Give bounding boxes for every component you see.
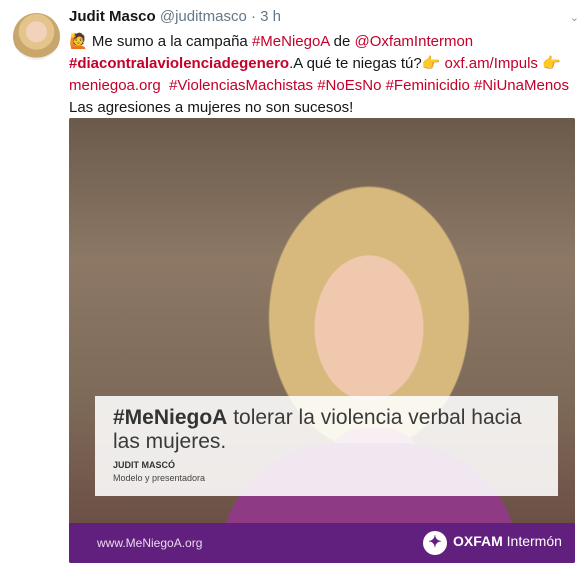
website-text: www.MeNiegoA.org (97, 536, 203, 550)
hashtag-meniegoa[interactable]: #MeNiegoA (252, 33, 330, 50)
oxfam-logo: OXFAM Intermón (453, 533, 562, 549)
pointing-emoji: 👉 (421, 55, 441, 72)
hashtag-feminicidio[interactable]: #Feminicidio (386, 77, 470, 94)
logo-sub: Intermón (502, 533, 562, 549)
text-part1: Me sumo a la campaña (87, 33, 252, 50)
tweet-text: 🙋 Me sumo a la campaña #MeNiegoA de @Oxf… (69, 31, 574, 119)
pointing-emoji-2: 👉 (542, 55, 561, 72)
card-footer: www.MeNiegoA.org ✦ OXFAM Intermón (69, 523, 575, 563)
quote-overlay: #MeNiegoA tolerar la violencia verbal ha… (95, 396, 558, 496)
hashtag-niunamenos[interactable]: #NiUnaMenos (474, 77, 569, 94)
mention-oxfam[interactable]: @OxfamIntermon (355, 33, 474, 50)
overlay-statement: #MeNiegoA tolerar la violencia verbal ha… (113, 406, 533, 454)
overlay-hashtag: #MeNiegoA (113, 406, 228, 429)
hashtag-dia[interactable]: #diacontralaviolenciadegenero (69, 55, 289, 72)
separator: · (250, 8, 256, 25)
link-impuls[interactable]: oxf.am/Impuls (445, 55, 538, 72)
author-handle[interactable]: @juditmasco (160, 8, 247, 25)
link-meniegoa[interactable]: meniegoa.org (69, 77, 161, 94)
text-part4: Las agresiones a mujeres no son sucesos! (69, 99, 354, 116)
author-name[interactable]: Judit Masco (69, 8, 156, 25)
tweet-header: Judit Masco @juditmasco · 3 h (69, 8, 281, 25)
text-part2: de (329, 33, 355, 50)
raising-hand-emoji: 🙋 (69, 33, 88, 50)
media-card[interactable]: #MeNiegoA tolerar la violencia verbal ha… (69, 118, 575, 563)
tweet-time[interactable]: 3 h (260, 8, 281, 25)
hashtag-violencias[interactable]: #ViolenciasMachistas (169, 77, 313, 94)
text-part3: .A qué te niegas tú? (289, 55, 422, 72)
oxfam-logo-icon: ✦ (423, 531, 447, 555)
chevron-down-icon[interactable]: ⌄ (570, 11, 579, 24)
logo-brand: OXFAM (453, 533, 503, 549)
person-name: JUDIT MASCÓ (113, 460, 176, 470)
person-role: Modelo y presentadora (113, 473, 206, 483)
hashtag-noesno[interactable]: #NoEsNo (317, 77, 381, 94)
tweet[interactable]: Judit Masco @juditmasco · 3 h ⌄ 🙋 Me sum… (0, 0, 585, 577)
avatar[interactable] (13, 13, 60, 60)
